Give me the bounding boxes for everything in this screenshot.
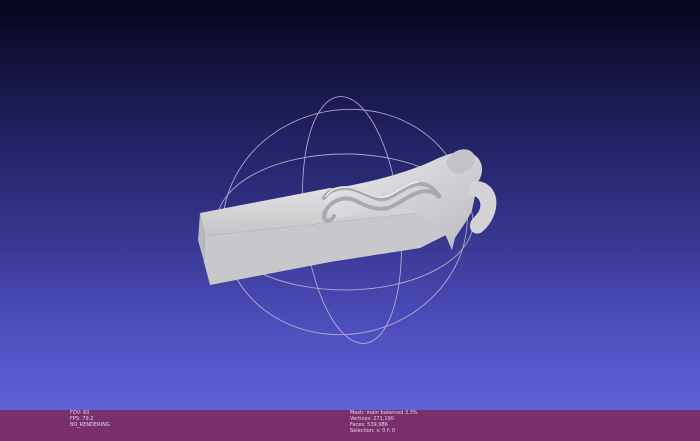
mesh-info: Mesh: main balanced 3.3% Vertices: 271,1… [350,410,500,434]
selection-readout: Selection: v: 0 f: 0 [350,428,396,434]
mesh-model[interactable] [198,149,497,285]
status-bar: FOV: 60 FPS: 79.2 BO_RENDERING Mesh: mai… [0,410,700,441]
meshlab-window: FOV: 60 FPS: 79.2 BO_RENDERING Mesh: mai… [0,0,700,441]
3d-viewport[interactable] [0,0,700,410]
render-info: FOV: 60 FPS: 79.2 BO_RENDERING [70,410,220,428]
render-mode-readout: BO_RENDERING [70,422,110,428]
scene-svg [198,96,497,344]
